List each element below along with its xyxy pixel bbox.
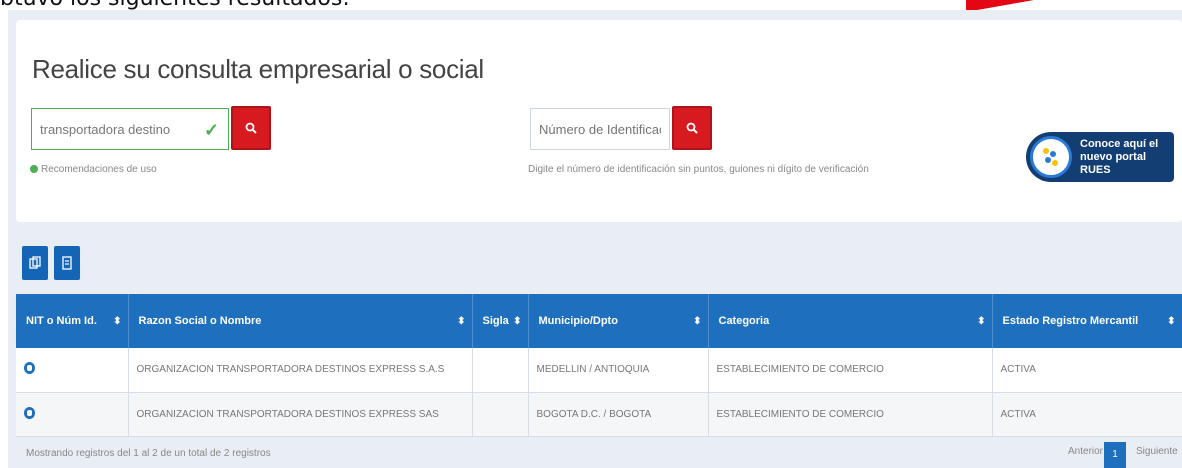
sort-icon[interactable]: ⬍ — [457, 316, 465, 327]
results-table: NIT o Núm Id. ⬍ Razon Social o Nombre ⬍ Si… — [16, 294, 1182, 437]
name-search-button[interactable] — [231, 106, 271, 150]
copy-button[interactable] — [22, 246, 48, 280]
column-header-label: Razon Social o Nombre — [138, 315, 262, 327]
table-header-row: NIT o Núm Id. ⬍ Razon Social o Nombre ⬍ Si… — [16, 294, 1182, 348]
column-header-municipio[interactable]: Municipio/Dpto ⬍ — [528, 294, 709, 348]
usage-recommendations-label: Recomendaciones de uso — [41, 164, 157, 175]
cell-razon-social: ORGANIZACION TRANSPORTADORA DESTINOS EXP… — [128, 348, 473, 393]
cell-categoria: ESTABLECIMIENTO DE COMERCIO — [708, 348, 993, 393]
column-header-label: NIT o Núm Id. — [26, 315, 97, 327]
page-number-button[interactable]: 1 — [1104, 442, 1126, 468]
sort-icon[interactable]: ⬍ — [1167, 316, 1175, 327]
cell-sigla — [472, 348, 529, 393]
column-header-estado[interactable]: Estado Registro Mercantil ⬍ — [992, 294, 1182, 348]
company-name-search-input[interactable] — [31, 108, 229, 150]
search-icon — [686, 122, 698, 134]
cell-municipio: MEDELLIN / ANTIOQUIA — [528, 348, 709, 393]
cell-estado: ACTIVA — [992, 392, 1182, 437]
cell-sigla — [472, 392, 529, 437]
column-header-label: Sigla — [482, 315, 509, 327]
export-button[interactable] — [54, 246, 80, 280]
sort-icon[interactable]: ⬍ — [977, 316, 985, 327]
search-icon — [245, 122, 257, 134]
column-header-label: Municipio/Dpto — [538, 315, 618, 327]
rues-portal-label: Conoce aquí el nuevo portal RUES — [1080, 137, 1159, 176]
location-pin-icon — [30, 165, 38, 174]
table-row: ORGANIZACION TRANSPORTADORA DESTINOS EXP… — [16, 392, 1182, 437]
copy-icon — [29, 256, 41, 269]
cell-municipio: BOGOTA D.C. / BOGOTA — [528, 392, 709, 437]
id-search-button[interactable] — [672, 106, 712, 150]
expand-row-icon[interactable] — [24, 362, 35, 375]
id-search-hint: Digite el número de identificación sin p… — [528, 164, 869, 175]
sort-icon[interactable]: ⬍ — [693, 316, 701, 327]
sort-icon[interactable]: ⬍ — [513, 316, 521, 327]
cell-nit — [16, 348, 129, 393]
column-header-nit[interactable]: NIT o Núm Id. ⬍ — [16, 294, 129, 348]
cell-estado: ACTIVA — [992, 348, 1182, 393]
table-row: ORGANIZACION TRANSPORTADORA DESTINOS EXP… — [16, 348, 1182, 393]
id-number-search-input[interactable] — [530, 108, 670, 150]
export-icon — [62, 256, 72, 270]
records-summary: Mostrando registros del 1 al 2 de un tot… — [26, 448, 271, 459]
next-page-link[interactable]: Siguiente — [1136, 446, 1178, 457]
column-header-label: Categoria — [718, 315, 770, 327]
valid-check-icon: ✓ — [204, 120, 220, 140]
column-header-categoria[interactable]: Categoria ⬍ — [708, 294, 993, 348]
rues-portal-button[interactable]: Conoce aquí el nuevo portal RUES — [1026, 132, 1174, 182]
previous-page-link[interactable]: Anterior — [1068, 446, 1103, 457]
rues-logo-icon — [1030, 136, 1072, 178]
column-header-razon-social[interactable]: Razon Social o Nombre ⬍ — [128, 294, 473, 348]
usage-recommendations-link[interactable]: Recomendaciones de uso — [30, 164, 157, 175]
page-title: Realice su consulta empresarial o social — [32, 54, 484, 84]
expand-row-icon[interactable] — [24, 406, 35, 419]
cell-nit — [16, 392, 129, 437]
column-header-sigla[interactable]: Sigla ⬍ — [472, 294, 529, 348]
cell-categoria: ESTABLECIMIENTO DE COMERCIO — [708, 392, 993, 437]
cell-razon-social: ORGANIZACION TRANSPORTADORA DESTINOS EXP… — [128, 392, 473, 437]
sort-icon[interactable]: ⬍ — [113, 316, 121, 327]
column-header-label: Estado Registro Mercantil — [1002, 315, 1139, 327]
